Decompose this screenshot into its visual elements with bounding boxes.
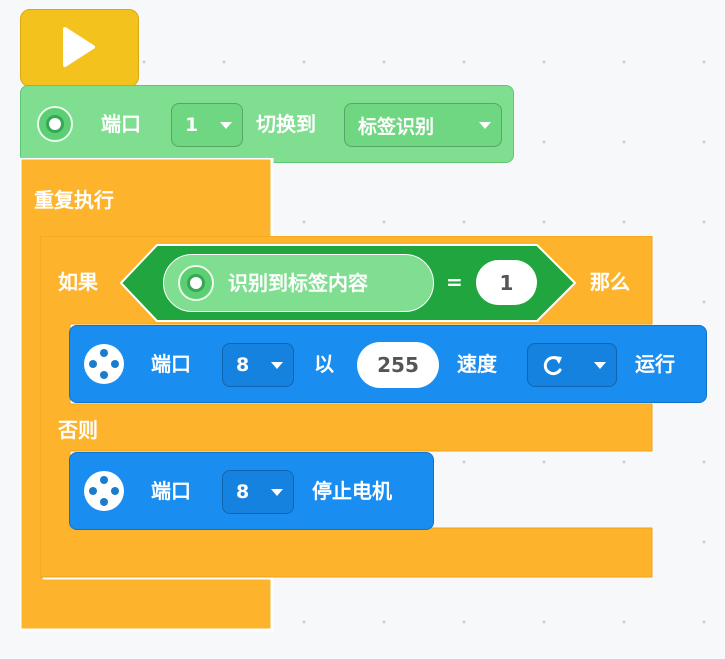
motor-stop-block[interactable]: 端口 8 停止电机	[69, 452, 434, 530]
chevron-down-icon	[271, 361, 283, 369]
port-dropdown[interactable]: 1	[171, 103, 243, 147]
equals-operator: =	[446, 270, 463, 294]
mode-dropdown[interactable]: 标签识别	[344, 103, 502, 147]
motor-icon	[84, 471, 124, 511]
port-label: 端口	[101, 112, 141, 136]
reporter-label: 识别到标签内容	[228, 271, 368, 295]
switch-to-label: 切换到	[256, 112, 316, 136]
repeat-label: 重复执行	[34, 188, 114, 212]
direction-dropdown[interactable]	[527, 343, 617, 387]
motor-run-block[interactable]: 端口 8 以 255 速度 运行	[69, 325, 707, 403]
color-sensor-icon	[37, 106, 73, 142]
stop-motor-label: 停止电机	[312, 479, 392, 503]
if-label: 如果	[58, 270, 98, 294]
run-label: 运行	[635, 352, 675, 376]
sensor-switch-block[interactable]: 端口 1 切换到 标签识别	[20, 85, 514, 163]
port-value: 8	[236, 481, 250, 503]
port-value: 1	[185, 114, 199, 136]
else-label: 否则	[58, 418, 98, 442]
chevron-down-icon	[594, 361, 606, 369]
play-icon	[63, 27, 95, 67]
chevron-down-icon	[220, 121, 232, 129]
chevron-down-icon	[479, 121, 491, 129]
speed-label: 速度	[457, 352, 497, 376]
port-dropdown[interactable]: 8	[222, 343, 294, 387]
clockwise-arrow-icon	[543, 356, 562, 376]
mode-value: 标签识别	[358, 115, 435, 138]
compare-value-input[interactable]: 1	[476, 260, 537, 305]
port-dropdown[interactable]: 8	[222, 470, 294, 514]
port-label: 端口	[151, 479, 191, 503]
motor-icon	[84, 344, 124, 384]
color-sensor-icon	[178, 265, 214, 301]
start-hat-block[interactable]	[20, 9, 139, 87]
with-label: 以	[314, 352, 334, 376]
tag-content-reporter[interactable]: 识别到标签内容	[163, 254, 434, 312]
then-label: 那么	[590, 270, 630, 294]
chevron-down-icon	[271, 488, 283, 496]
port-value: 8	[236, 354, 250, 376]
speed-input[interactable]: 255	[357, 342, 439, 388]
port-label: 端口	[151, 352, 191, 376]
